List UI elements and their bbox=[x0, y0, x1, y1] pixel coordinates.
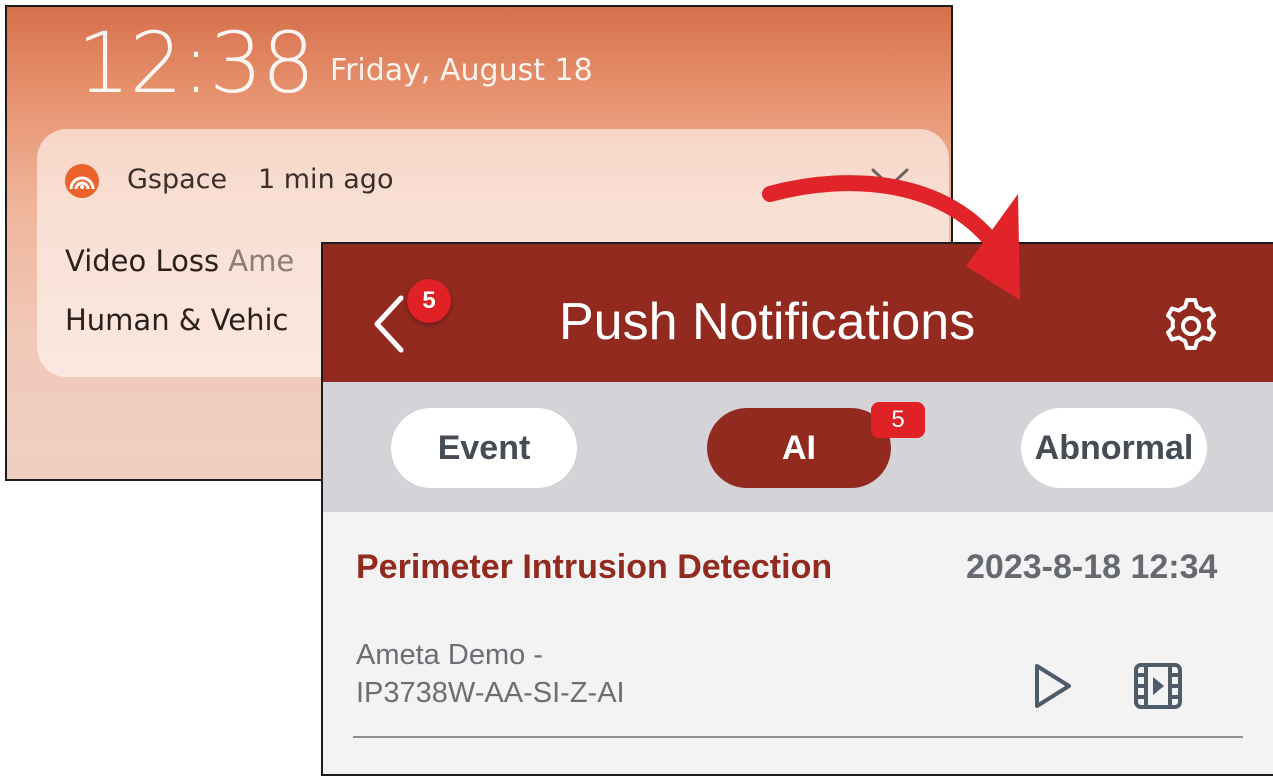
gear-icon[interactable] bbox=[1159, 294, 1223, 358]
notification-app-name: Gspace bbox=[127, 164, 228, 195]
lock-clock: 12:38 bbox=[77, 14, 315, 112]
lock-date: Friday, August 18 bbox=[330, 53, 593, 88]
notification-line-2: Human & Vehic bbox=[65, 303, 289, 337]
event-timestamp: 2023-8-18 12:34 bbox=[966, 548, 1218, 586]
device-model: IP3738W-AA-SI-Z-AI bbox=[356, 677, 625, 709]
film-icon[interactable] bbox=[1133, 662, 1183, 710]
event-title: Perimeter Intrusion Detection bbox=[356, 548, 833, 586]
notification-line-1: Video Loss Ame bbox=[65, 244, 294, 278]
tab-ai[interactable]: AI bbox=[707, 408, 891, 488]
curved-arrow-icon bbox=[762, 175, 1020, 300]
play-icon[interactable] bbox=[1031, 662, 1075, 710]
event-device: Ameta Demo - IP3738W-AA-SI-Z-AI bbox=[356, 636, 776, 712]
back-badge: 5 bbox=[407, 279, 451, 323]
tab-event[interactable]: Event bbox=[391, 408, 577, 488]
tab-bar: Event AI 5 Abnormal bbox=[323, 382, 1273, 512]
row-divider bbox=[353, 736, 1243, 738]
list-item[interactable]: Perimeter Intrusion Detection 2023-8-18 … bbox=[323, 512, 1273, 774]
back-icon[interactable] bbox=[367, 294, 411, 354]
notification-line-1-detail: Ame bbox=[228, 244, 295, 278]
notification-line-1-title: Video Loss bbox=[65, 244, 220, 278]
notification-time-ago: 1 min ago bbox=[258, 164, 394, 195]
tab-abnormal[interactable]: Abnormal bbox=[1021, 408, 1207, 488]
gspace-app-icon bbox=[65, 164, 99, 198]
tab-ai-badge: 5 bbox=[871, 402, 925, 438]
device-name: Ameta Demo - bbox=[356, 639, 543, 671]
